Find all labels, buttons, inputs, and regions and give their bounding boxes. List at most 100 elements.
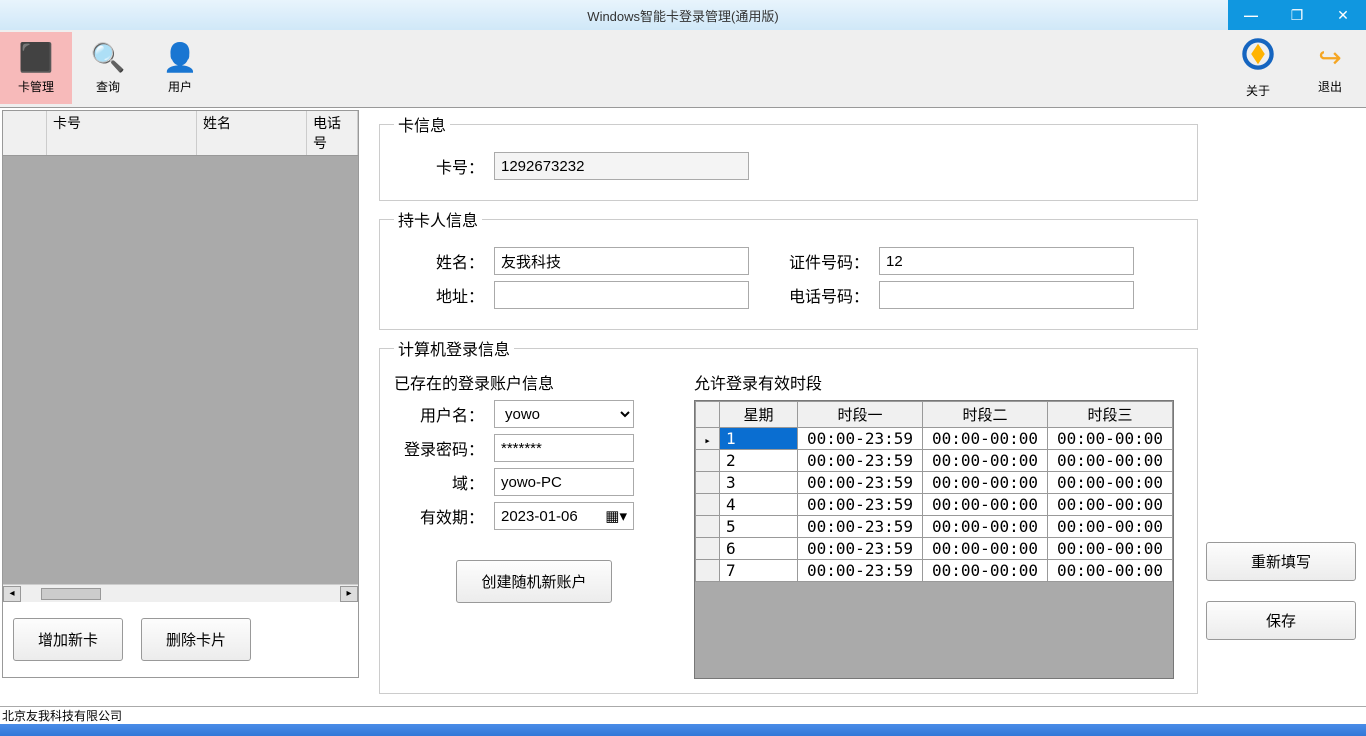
card-no-field: 1292673232 [494, 152, 749, 180]
cell-day[interactable]: 7 [720, 560, 798, 582]
cell-period1[interactable]: 00:00-23:59 [798, 450, 923, 472]
tab-user-label: 用户 [168, 78, 192, 95]
username-select[interactable]: yowo [494, 400, 634, 428]
tab-card-mgmt-label: 卡管理 [18, 78, 54, 95]
col-phone[interactable]: 电话号 [307, 111, 358, 155]
time-period-grid[interactable]: 星期 时段一 时段二 时段三 100:00-23:5900:00-00:0000… [694, 400, 1174, 679]
password-input[interactable] [494, 434, 634, 462]
cell-period1[interactable]: 00:00-23:59 [798, 538, 923, 560]
col-name[interactable]: 姓名 [197, 111, 307, 155]
calendar-icon: ▦▾ [605, 507, 627, 525]
table-row[interactable]: 500:00-23:5900:00-00:0000:00-00:00 [696, 516, 1173, 538]
reset-button[interactable]: 重新填写 [1206, 542, 1356, 581]
cell-period3[interactable]: 00:00-00:00 [1048, 538, 1173, 560]
name-input[interactable] [494, 247, 749, 275]
table-row[interactable]: 100:00-23:5900:00-00:0000:00-00:00 [696, 428, 1173, 450]
scroll-thumb[interactable] [41, 588, 101, 600]
cell-period1[interactable]: 00:00-23:59 [798, 428, 923, 450]
expire-label: 有效期： [394, 504, 484, 528]
username-label: 用户名： [394, 402, 484, 426]
card-list-body[interactable] [3, 156, 358, 584]
horizontal-scrollbar[interactable]: ◂ ▸ [3, 584, 358, 602]
scroll-left-arrow[interactable]: ◂ [3, 586, 21, 602]
domain-input[interactable] [494, 468, 634, 496]
add-card-button[interactable]: 增加新卡 [13, 618, 123, 661]
table-row[interactable]: 700:00-23:5900:00-00:0000:00-00:00 [696, 560, 1173, 582]
existing-account-label: 已存在的登录账户信息 [394, 370, 674, 394]
table-row[interactable]: 200:00-23:5900:00-00:0000:00-00:00 [696, 450, 1173, 472]
login-info-group: 计算机登录信息 已存在的登录账户信息 用户名： yowo 登录密码： [379, 336, 1198, 694]
cell-period3[interactable]: 00:00-00:00 [1048, 560, 1173, 582]
expire-date-picker[interactable]: 2023-01-06 ▦▾ [494, 502, 634, 530]
cell-period2[interactable]: 00:00-00:00 [923, 450, 1048, 472]
tab-query-label: 查询 [96, 78, 120, 95]
col-day[interactable]: 星期 [720, 402, 798, 428]
phone-label: 电话号码： [759, 283, 869, 307]
row-header[interactable] [696, 560, 720, 582]
scroll-right-arrow[interactable]: ▸ [340, 586, 358, 602]
about-icon [1241, 37, 1275, 78]
row-header[interactable] [696, 494, 720, 516]
col-card-no[interactable]: 卡号 [47, 111, 197, 155]
name-label: 姓名： [394, 249, 484, 273]
create-random-account-button[interactable]: 创建随机新账户 [456, 560, 611, 603]
row-header[interactable] [696, 538, 720, 560]
table-row[interactable]: 400:00-23:5900:00-00:0000:00-00:00 [696, 494, 1173, 516]
login-legend: 计算机登录信息 [394, 336, 514, 360]
col-period3[interactable]: 时段三 [1048, 402, 1173, 428]
row-header[interactable] [696, 450, 720, 472]
cell-period2[interactable]: 00:00-00:00 [923, 494, 1048, 516]
phone-input[interactable] [879, 281, 1134, 309]
cell-period1[interactable]: 00:00-23:59 [798, 494, 923, 516]
toolbar: ⬛ 卡管理 🔍 查询 👤 用户 关于 ↪ 退出 [0, 30, 1366, 108]
cell-period2[interactable]: 00:00-00:00 [923, 538, 1048, 560]
cell-day[interactable]: 4 [720, 494, 798, 516]
expire-date-value: 2023-01-06 [501, 508, 578, 525]
window-title: Windows智能卡登录管理(通用版) [587, 6, 778, 25]
holder-info-group: 持卡人信息 姓名： 证件号码： 地址： 电话号码： [379, 207, 1198, 330]
col-period2[interactable]: 时段二 [923, 402, 1048, 428]
cell-period3[interactable]: 00:00-00:00 [1048, 516, 1173, 538]
cell-day[interactable]: 1 [720, 428, 798, 450]
exit-icon: ↪ [1318, 41, 1341, 74]
cell-period2[interactable]: 00:00-00:00 [923, 516, 1048, 538]
tab-user[interactable]: 👤 用户 [144, 32, 216, 104]
table-row[interactable]: 600:00-23:5900:00-00:0000:00-00:00 [696, 538, 1173, 560]
cell-period3[interactable]: 00:00-00:00 [1048, 472, 1173, 494]
cell-period2[interactable]: 00:00-00:00 [923, 472, 1048, 494]
card-info-legend: 卡信息 [394, 112, 450, 136]
cell-period1[interactable]: 00:00-23:59 [798, 516, 923, 538]
addr-input[interactable] [494, 281, 749, 309]
id-input[interactable] [879, 247, 1134, 275]
cell-period3[interactable]: 00:00-00:00 [1048, 494, 1173, 516]
tab-exit[interactable]: ↪ 退出 [1294, 32, 1366, 104]
cell-period1[interactable]: 00:00-23:59 [798, 560, 923, 582]
status-bar: 北京友我科技有限公司 [0, 706, 1366, 724]
cell-period3[interactable]: 00:00-00:00 [1048, 450, 1173, 472]
cell-day[interactable]: 3 [720, 472, 798, 494]
row-header[interactable] [696, 516, 720, 538]
delete-card-button[interactable]: 删除卡片 [141, 618, 251, 661]
cell-period1[interactable]: 00:00-23:59 [798, 472, 923, 494]
taskbar[interactable] [0, 724, 1366, 736]
tab-query[interactable]: 🔍 查询 [72, 32, 144, 104]
tab-about[interactable]: 关于 [1222, 32, 1294, 104]
row-header[interactable] [696, 428, 720, 450]
close-button[interactable] [1320, 0, 1366, 30]
col-period1[interactable]: 时段一 [798, 402, 923, 428]
minimize-button[interactable] [1228, 0, 1274, 30]
save-button[interactable]: 保存 [1206, 601, 1356, 640]
cell-day[interactable]: 6 [720, 538, 798, 560]
cell-period3[interactable]: 00:00-00:00 [1048, 428, 1173, 450]
user-icon: 👤 [163, 41, 198, 74]
tab-card-mgmt[interactable]: ⬛ 卡管理 [0, 32, 72, 104]
cell-period2[interactable]: 00:00-00:00 [923, 428, 1048, 450]
table-row[interactable]: 300:00-23:5900:00-00:0000:00-00:00 [696, 472, 1173, 494]
cell-day[interactable]: 2 [720, 450, 798, 472]
cell-period2[interactable]: 00:00-00:00 [923, 560, 1048, 582]
cell-day[interactable]: 5 [720, 516, 798, 538]
maximize-button[interactable] [1274, 0, 1320, 30]
row-header[interactable] [696, 472, 720, 494]
search-icon: 🔍 [91, 41, 126, 74]
titlebar: Windows智能卡登录管理(通用版) [0, 0, 1366, 30]
